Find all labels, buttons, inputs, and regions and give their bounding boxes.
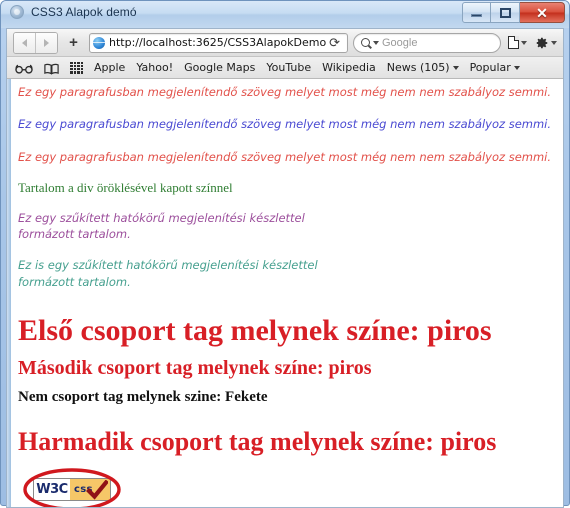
chevron-down-icon (514, 66, 520, 70)
bookmark-label: Apple (94, 61, 125, 74)
browser-chrome: + http://localhost:3625/CSS3AlapokDemo.h… (6, 28, 564, 79)
back-arrow-icon (22, 39, 27, 47)
settings-button[interactable] (535, 36, 557, 50)
reader-glasses-icon[interactable] (15, 62, 33, 74)
page-icon (508, 36, 519, 49)
search-engine-chevron-down-icon[interactable] (373, 41, 379, 45)
heading-non-group: Nem csoport tag melynek szine: Fekete (18, 389, 553, 406)
bookmark-label: Popular (470, 61, 511, 74)
heading-second-group: Második csoport tag melynek színe: piros (18, 357, 553, 379)
minimize-button[interactable] (462, 2, 491, 23)
back-button[interactable] (14, 33, 35, 53)
bookmark-google-maps[interactable]: Google Maps (184, 61, 255, 74)
window-controls: ✕ (462, 2, 565, 23)
page-viewport: Ez egy paragrafusban megjelenítendő szöv… (6, 79, 564, 508)
search-placeholder: Google (382, 37, 417, 49)
demo-paragraph-1: Ez egy paragrafusban megjelenítendő szöv… (18, 85, 553, 99)
title-bar-left: CSS3 Alapok demó (10, 5, 137, 19)
bookmarks-book-icon[interactable] (44, 62, 59, 74)
w3c-badge-image[interactable]: W3C css (33, 478, 111, 501)
bookmark-youtube[interactable]: YouTube (266, 61, 311, 74)
gear-icon (535, 36, 549, 50)
navigation-toolbar: + http://localhost:3625/CSS3AlapokDemo.h… (7, 29, 563, 57)
safari-compass-icon (10, 5, 24, 19)
heading-first-group: Első csoport tag melynek színe: piros (18, 314, 553, 347)
top-sites-grid-icon[interactable] (70, 62, 83, 74)
reload-icon[interactable]: ⟳ (326, 36, 343, 49)
bookmark-wikipedia[interactable]: Wikipedia (322, 61, 376, 74)
globe-favicon-icon (93, 37, 105, 49)
chevron-down-icon (521, 41, 527, 45)
bookmark-label: YouTube (266, 61, 311, 74)
page-actions-button[interactable] (508, 36, 527, 49)
new-tab-button[interactable]: + (63, 33, 84, 53)
maximize-button[interactable] (491, 2, 520, 23)
bookmark-label: Yahoo! (136, 61, 173, 74)
bookmark-label: Wikipedia (322, 61, 376, 74)
bookmark-yahoo[interactable]: Yahoo! (136, 61, 173, 74)
minimize-icon (471, 14, 482, 17)
forward-arrow-icon (44, 39, 49, 47)
heading-third-group: Harmadik csoport tag melynek színe: piro… (18, 428, 553, 457)
scoped-style-block-2: Ez is egy szűkített hatókörű megjeleníté… (18, 257, 318, 290)
browser-window: CSS3 Alapok demó ✕ + (0, 0, 570, 506)
close-button[interactable]: ✕ (520, 2, 565, 23)
nav-buttons-group (13, 32, 58, 54)
div-inherited-color-text: Tartalom a div öröklésével kapott színne… (18, 180, 553, 196)
search-field[interactable]: Google (353, 33, 501, 53)
forward-button[interactable] (35, 33, 57, 53)
bookmark-label: News (105) (387, 61, 450, 74)
w3c-badge-right: css (70, 479, 110, 500)
chevron-down-icon (551, 41, 557, 45)
scoped-style-block-1: Ez egy szűkített hatókörű megjelenítési … (18, 210, 318, 243)
magnifier-icon (361, 38, 370, 47)
page-content: Ez egy paragrafusban megjelenítendő szöv… (7, 79, 563, 508)
maximize-icon (500, 8, 511, 18)
demo-paragraph-2: Ez egy paragrafusban megjelenítendő szöv… (18, 117, 553, 131)
bookmark-label: Google Maps (184, 61, 255, 74)
close-icon: ✕ (536, 6, 548, 20)
toolbar-actions (506, 36, 557, 50)
bookmarks-bar: Apple Yahoo! Google Maps YouTube Wikiped… (7, 57, 563, 79)
w3c-css-validation-badge[interactable]: W3C css (20, 467, 125, 508)
address-bar-url: http://localhost:3625/CSS3AlapokDemo.htm (109, 36, 326, 49)
checkmark-icon (86, 480, 108, 500)
address-bar[interactable]: http://localhost:3625/CSS3AlapokDemo.htm… (89, 33, 348, 53)
chevron-down-icon (453, 66, 459, 70)
bookmark-news[interactable]: News (105) (387, 61, 459, 74)
w3c-badge-left: W3C (34, 479, 70, 500)
bookmark-popular[interactable]: Popular (470, 61, 520, 74)
bookmark-apple[interactable]: Apple (94, 61, 125, 74)
w3c-label: W3C (36, 482, 67, 497)
window-title: CSS3 Alapok demó (31, 5, 137, 19)
demo-paragraph-3: Ez egy paragrafusban megjelenítendő szöv… (18, 150, 553, 164)
title-bar[interactable]: CSS3 Alapok demó ✕ (1, 1, 569, 28)
